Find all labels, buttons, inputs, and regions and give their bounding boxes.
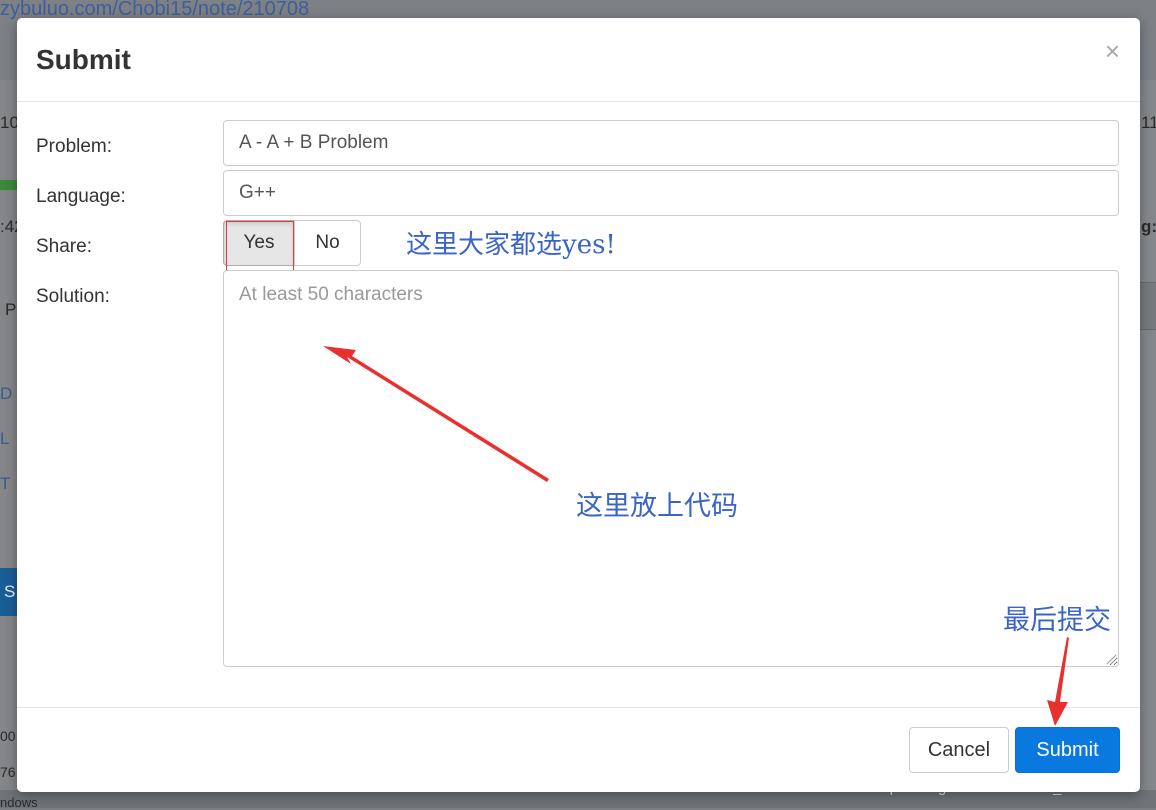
problem-label: Problem: bbox=[36, 136, 113, 157]
solution-label: Solution: bbox=[36, 286, 110, 307]
background-progress-bar bbox=[0, 180, 18, 190]
code-annotation: 这里放上代码 bbox=[576, 491, 738, 522]
submit-annotation: 最后提交 bbox=[1003, 605, 1111, 636]
cancel-button[interactable]: Cancel bbox=[909, 727, 1009, 773]
solution-textarea[interactable] bbox=[223, 270, 1119, 667]
close-icon[interactable]: × bbox=[1105, 38, 1120, 64]
background-right-box bbox=[1140, 282, 1156, 330]
submit-button[interactable]: Submit bbox=[1015, 727, 1120, 773]
background-text: 76 bbox=[0, 764, 16, 780]
share-label: Share: bbox=[36, 236, 92, 257]
watermark: https://blog.csdn.net/weixin_43071950 bbox=[873, 779, 1129, 796]
language-label: Language: bbox=[36, 186, 126, 207]
submit-modal: Submit × Problem: A - A + B Problem Lang… bbox=[17, 18, 1140, 792]
problem-field[interactable]: A - A + B Problem bbox=[223, 120, 1119, 166]
background-text: 11 bbox=[1141, 113, 1156, 132]
background-link: D bbox=[0, 384, 13, 403]
background-text: P bbox=[5, 300, 17, 319]
share-no-button[interactable]: No bbox=[294, 220, 361, 266]
background-text: 00 bbox=[0, 728, 16, 744]
share-yes-button[interactable]: Yes bbox=[223, 220, 295, 266]
background-button-text: S bbox=[4, 582, 16, 601]
background-link: T bbox=[0, 474, 11, 493]
background-right-panel bbox=[1140, 80, 1156, 808]
background-text: g: bbox=[1141, 217, 1156, 236]
background-link: L bbox=[0, 429, 10, 448]
modal-title: Submit bbox=[36, 44, 131, 75]
modal-header: Submit × bbox=[17, 18, 1140, 102]
language-value: G++ bbox=[239, 182, 276, 203]
language-select[interactable]: G++ bbox=[223, 170, 1119, 216]
problem-value: A - A + B Problem bbox=[239, 132, 389, 153]
share-annotation: 这里大家都选yes! bbox=[406, 230, 616, 260]
